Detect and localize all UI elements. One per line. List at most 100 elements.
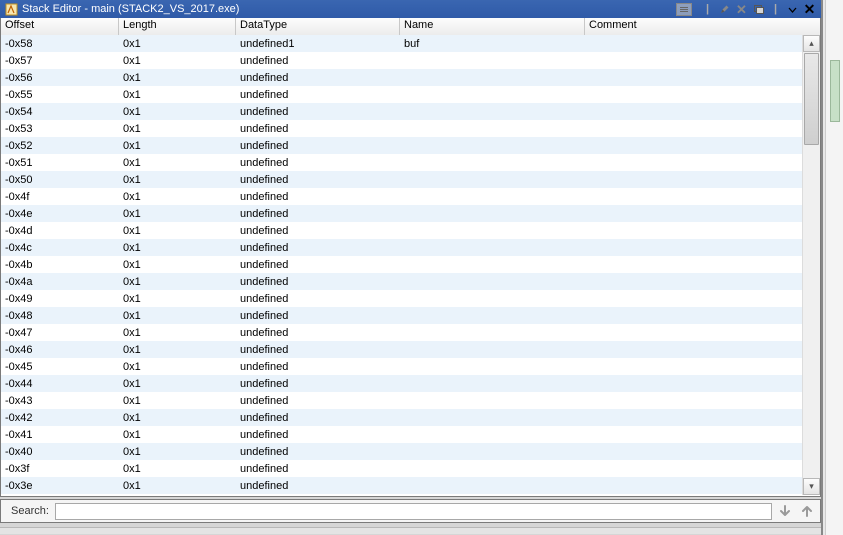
scroll-up-button[interactable]: ▴	[803, 35, 820, 52]
cell-datatype: undefined	[236, 259, 400, 271]
cell-length: 0x1	[119, 174, 236, 186]
cell-length: 0x1	[119, 463, 236, 475]
table-row[interactable]: -0x570x1undefined	[1, 52, 803, 69]
cell-datatype: undefined	[236, 55, 400, 67]
table-row[interactable]: -0x480x1undefined	[1, 307, 803, 324]
table-row[interactable]: -0x500x1undefined	[1, 171, 803, 188]
table-row[interactable]: -0x580x1undefined1buf	[1, 35, 803, 52]
cell-datatype: undefined	[236, 412, 400, 424]
scroll-down-button[interactable]: ▾	[803, 478, 820, 495]
table-row[interactable]: -0x470x1undefined	[1, 324, 803, 341]
chevron-down-icon[interactable]	[785, 3, 800, 16]
table-row[interactable]: -0x560x1undefined	[1, 69, 803, 86]
titlebar[interactable]: Stack Editor - main (STACK2_VS_2017.exe)…	[0, 0, 821, 18]
titlebar-divider-2: |	[768, 3, 783, 16]
cell-datatype: undefined	[236, 208, 400, 220]
cell-offset: -0x4a	[1, 276, 119, 288]
cell-offset: -0x40	[1, 446, 119, 458]
status-strip	[0, 527, 821, 534]
cell-datatype: undefined	[236, 157, 400, 169]
cell-datatype: undefined	[236, 174, 400, 186]
table-row[interactable]: -0x430x1undefined	[1, 392, 803, 409]
cell-datatype: undefined	[236, 361, 400, 373]
titlebar-controls: | ✕ | ✕	[676, 3, 817, 16]
close-window-icon[interactable]: ✕	[802, 3, 817, 16]
cell-datatype: undefined	[236, 446, 400, 458]
cell-datatype: undefined	[236, 72, 400, 84]
cell-offset: -0x3f	[1, 463, 119, 475]
table-row[interactable]: -0x420x1undefined	[1, 409, 803, 426]
cell-offset: -0x4d	[1, 225, 119, 237]
table-row[interactable]: -0x4e0x1undefined	[1, 205, 803, 222]
cell-offset: -0x52	[1, 140, 119, 152]
cell-length: 0x1	[119, 446, 236, 458]
cell-length: 0x1	[119, 106, 236, 118]
table-row[interactable]: -0x4b0x1undefined	[1, 256, 803, 273]
table-row[interactable]: -0x540x1undefined	[1, 103, 803, 120]
close-icon[interactable]: ✕	[734, 3, 749, 16]
cell-length: 0x1	[119, 208, 236, 220]
cell-datatype: undefined1	[236, 38, 400, 50]
cell-offset: -0x50	[1, 174, 119, 186]
cell-offset: -0x45	[1, 361, 119, 373]
table-row[interactable]: -0x4a0x1undefined	[1, 273, 803, 290]
cell-length: 0x1	[119, 55, 236, 67]
docked-tab-stub[interactable]	[830, 60, 840, 122]
table-row[interactable]: -0x3e0x1undefined	[1, 477, 803, 494]
cell-length: 0x1	[119, 276, 236, 288]
table-row[interactable]: -0x550x1undefined	[1, 86, 803, 103]
scrollbar-thumb[interactable]	[804, 53, 819, 145]
table-row[interactable]: -0x520x1undefined	[1, 137, 803, 154]
cell-offset: -0x46	[1, 344, 119, 356]
search-prev-icon[interactable]	[798, 502, 816, 520]
titlebar-menu-button[interactable]	[676, 3, 692, 16]
column-header-length[interactable]: Length	[119, 18, 236, 35]
table-row[interactable]: -0x4d0x1undefined	[1, 222, 803, 239]
column-header-name[interactable]: Name	[400, 18, 585, 35]
vertical-scrollbar[interactable]: ▴ ▾	[802, 35, 820, 495]
cell-length: 0x1	[119, 327, 236, 339]
table-row[interactable]: -0x4c0x1undefined	[1, 239, 803, 256]
table-row[interactable]: -0x440x1undefined	[1, 375, 803, 392]
cell-name: buf	[400, 38, 585, 50]
table-row[interactable]: -0x4f0x1undefined	[1, 188, 803, 205]
search-next-icon[interactable]	[776, 502, 794, 520]
column-header-offset[interactable]: Offset	[1, 18, 119, 35]
search-input[interactable]	[55, 503, 772, 520]
table-row[interactable]: -0x410x1undefined	[1, 426, 803, 443]
table-row[interactable]: -0x3f0x1undefined	[1, 460, 803, 477]
table-row[interactable]: -0x450x1undefined	[1, 358, 803, 375]
titlebar-divider: |	[700, 3, 715, 16]
cell-datatype: undefined	[236, 123, 400, 135]
cell-datatype: undefined	[236, 276, 400, 288]
cell-datatype: undefined	[236, 225, 400, 237]
column-header-comment[interactable]: Comment	[585, 18, 820, 35]
cell-length: 0x1	[119, 395, 236, 407]
cell-offset: -0x51	[1, 157, 119, 169]
table-row[interactable]: -0x400x1undefined	[1, 443, 803, 460]
column-header-datatype[interactable]: DataType	[236, 18, 400, 35]
right-dock-gutter	[825, 0, 843, 535]
cell-datatype: undefined	[236, 89, 400, 101]
table-row[interactable]: -0x530x1undefined	[1, 120, 803, 137]
cell-datatype: undefined	[236, 327, 400, 339]
cell-datatype: undefined	[236, 191, 400, 203]
table-row[interactable]: -0x460x1undefined	[1, 341, 803, 358]
table-row[interactable]: -0x510x1undefined	[1, 154, 803, 171]
table-header: Offset Length DataType Name Comment	[1, 18, 820, 36]
cell-offset: -0x55	[1, 89, 119, 101]
cell-offset: -0x56	[1, 72, 119, 84]
cell-length: 0x1	[119, 38, 236, 50]
cell-offset: -0x4c	[1, 242, 119, 254]
cell-length: 0x1	[119, 412, 236, 424]
cell-datatype: undefined	[236, 242, 400, 254]
table-body[interactable]: -0x580x1undefined1buf-0x570x1undefined-0…	[1, 35, 803, 495]
table-row[interactable]: -0x490x1undefined	[1, 290, 803, 307]
stack-table-panel: Offset Length DataType Name Comment -0x5…	[0, 18, 821, 497]
edit-icon[interactable]	[717, 3, 732, 16]
cell-datatype: undefined	[236, 480, 400, 492]
cell-length: 0x1	[119, 344, 236, 356]
cell-datatype: undefined	[236, 140, 400, 152]
restore-icon[interactable]	[751, 3, 766, 16]
cell-offset: -0x41	[1, 429, 119, 441]
